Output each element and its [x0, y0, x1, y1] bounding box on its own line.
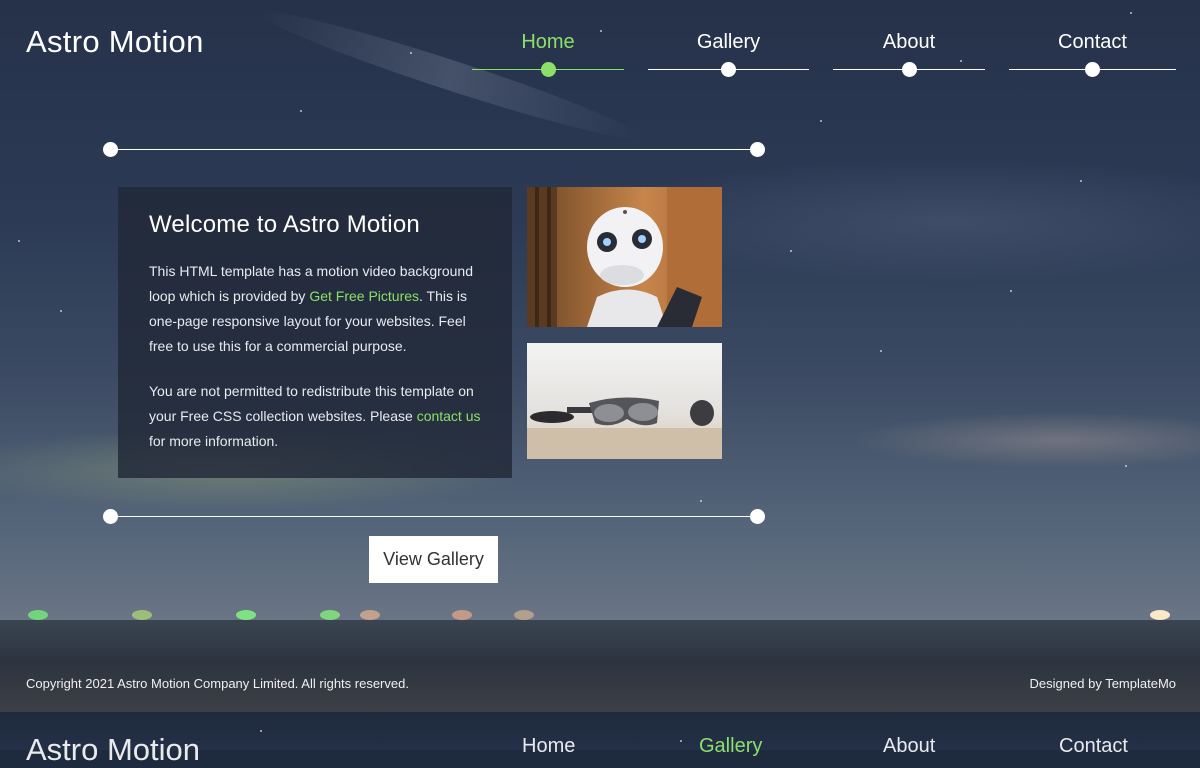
copyright-text: Copyright 2021 Astro Motion Company Limi… [26, 676, 409, 691]
welcome-paragraph-2: You are not permitted to redistribute th… [149, 379, 481, 454]
nav-item-gallery[interactable]: Gallery [648, 28, 809, 77]
dot-icon [901, 62, 917, 77]
dot-icon [1085, 62, 1100, 77]
contact-us-link[interactable]: contact us [417, 408, 481, 424]
robot-image [527, 187, 722, 327]
nav-item-home[interactable]: Home [472, 28, 624, 77]
next-section-nav-about-peek: About [883, 735, 936, 757]
nav-label-gallery: Gallery [696, 31, 761, 53]
dot-icon [750, 509, 765, 524]
sea [0, 620, 1200, 712]
next-section-logo-peek: Astro Motion [26, 732, 201, 767]
smart-glasses-image [527, 343, 722, 459]
nav-label-about: About [882, 31, 936, 53]
nav-label-home: Home [521, 31, 575, 53]
welcome-text: for more information. [149, 433, 279, 449]
nav-item-contact[interactable]: Contact [1009, 28, 1176, 77]
view-gallery-button[interactable]: View Gallery [369, 536, 498, 583]
dot-icon [103, 142, 118, 157]
designed-by-text: Designed by TemplateMo [1029, 676, 1176, 691]
welcome-paragraph-1: This HTML template has a motion video ba… [149, 259, 481, 359]
dot-icon [750, 142, 765, 157]
welcome-panel: Welcome to Astro Motion This HTML templa… [118, 187, 512, 478]
divider-top [103, 142, 765, 157]
nav-item-about[interactable]: About [833, 28, 985, 77]
next-section-nav-home-peek: Home [522, 735, 576, 757]
dot-icon [103, 509, 118, 524]
dot-icon [540, 62, 556, 77]
next-section-nav-gallery-peek: Gallery [699, 735, 763, 757]
next-section-nav-contact-peek: Contact [1059, 735, 1128, 757]
horizon-lights [0, 606, 1200, 626]
nav-label-contact: Contact [1058, 31, 1127, 53]
get-free-pictures-link[interactable]: Get Free Pictures [309, 288, 419, 304]
divider-bottom [103, 509, 765, 524]
welcome-title: Welcome to Astro Motion [149, 211, 420, 238]
dot-icon [721, 62, 736, 77]
main-nav: Home Gallery About Contact [0, 0, 1200, 90]
